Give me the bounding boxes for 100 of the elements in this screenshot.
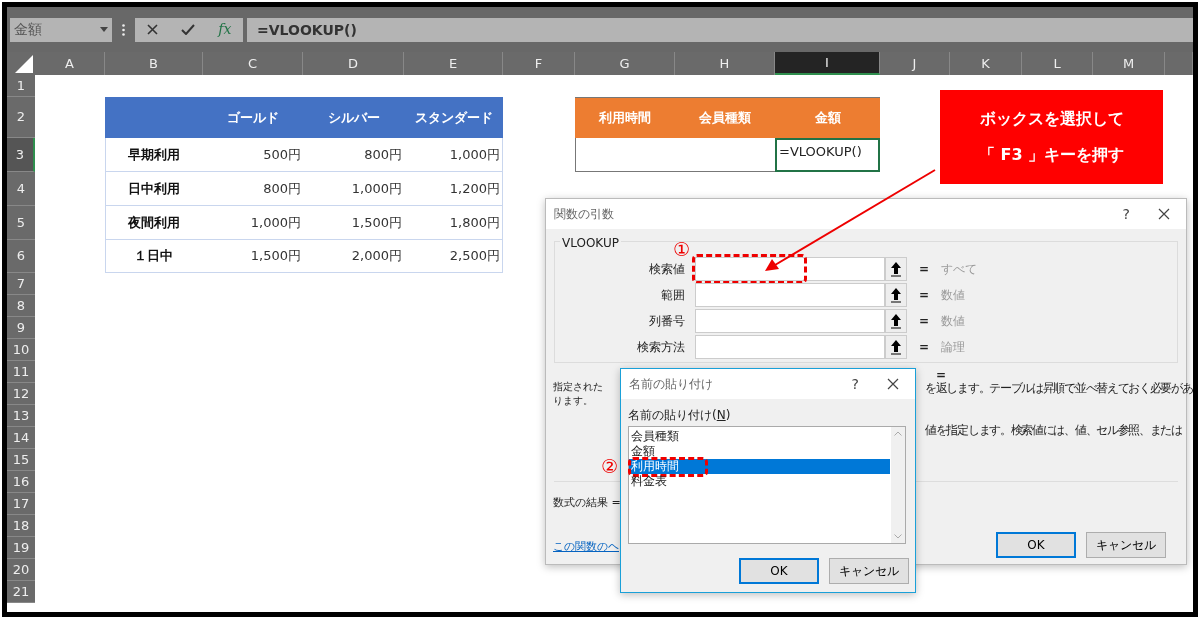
dialog-button[interactable]: キャンセル	[829, 558, 909, 584]
row-header[interactable]: 19	[7, 537, 35, 559]
row-header[interactable]: 18	[7, 515, 35, 537]
collapse-button[interactable]	[885, 283, 907, 307]
cancel-button[interactable]	[146, 24, 158, 35]
table-cell: 1,500円	[203, 240, 303, 273]
row-header[interactable]: 11	[7, 361, 35, 383]
column-heading: 金額	[775, 97, 880, 138]
table-cell: 1,800円	[404, 206, 503, 240]
row-label: 日中利用	[105, 172, 203, 206]
row-header[interactable]: 5	[7, 206, 35, 240]
grip-icon	[122, 23, 125, 36]
input-field[interactable]	[695, 335, 885, 359]
row-header[interactable]: 20	[7, 559, 35, 581]
equals-sign: =	[917, 287, 931, 304]
column-header[interactable]: D	[303, 52, 404, 75]
dialog-title: 名前の貼り付け	[629, 376, 713, 393]
column-header[interactable]: H	[675, 52, 775, 75]
description-text: 値を指定します。検索値には、値、セル参照、または	[925, 423, 1182, 437]
equals-sign: =	[917, 339, 931, 356]
row-label: 夜間利用	[105, 206, 203, 240]
equals-sign: =	[917, 261, 931, 278]
formula-field[interactable]: =VLOOKUP()	[247, 17, 1193, 42]
column-header[interactable]: J	[880, 52, 950, 75]
list-item[interactable]: 金額	[629, 444, 890, 459]
callout-text: ボックスを選択して	[979, 108, 1124, 130]
row-header[interactable]: 6	[7, 240, 35, 273]
column-header[interactable]: C	[203, 52, 303, 75]
enter-button[interactable]	[180, 24, 195, 35]
collapse-button[interactable]	[885, 257, 907, 281]
arrow-up-icon	[890, 313, 902, 329]
input-field[interactable]	[695, 309, 885, 333]
list-item[interactable]: 料金表	[629, 474, 890, 489]
row-header[interactable]: 3	[7, 138, 35, 172]
help-button[interactable]: ?	[1122, 203, 1130, 225]
argument-type: 論理	[941, 339, 966, 356]
column-heading: スタンダード	[404, 97, 503, 138]
column-heading: 会員種類	[675, 97, 775, 138]
row-header[interactable]: 7	[7, 273, 35, 295]
description-text: を返します。テーブルは昇順で並べ替えておく必要があ	[925, 381, 1193, 395]
help-link[interactable]: この関数のヘ	[553, 539, 619, 556]
triangle-icon	[15, 55, 33, 73]
dialog-button[interactable]: キャンセル	[1086, 532, 1166, 558]
close-icon[interactable]	[1158, 208, 1170, 220]
argument-type: 数値	[941, 287, 966, 304]
row-header[interactable]: 9	[7, 317, 35, 339]
collapse-button[interactable]	[885, 309, 907, 333]
column-header[interactable]: G	[575, 52, 675, 75]
row-header[interactable]: 13	[7, 405, 35, 427]
argument-label: 列番号	[648, 313, 686, 330]
table-cell: 500円	[203, 138, 303, 172]
insert-function-button[interactable]: fx	[218, 19, 232, 40]
column-header[interactable]: K	[950, 52, 1022, 75]
row-header[interactable]: 16	[7, 471, 35, 493]
table-cell[interactable]	[575, 138, 675, 172]
check-icon	[180, 24, 195, 35]
row-label: 早期利用	[105, 138, 203, 172]
column-header[interactable]: A	[35, 52, 105, 75]
row-header[interactable]: 15	[7, 449, 35, 471]
list-item[interactable]: 利用時間	[629, 459, 890, 474]
column-header[interactable]: M	[1093, 52, 1165, 75]
row-label: １日中	[105, 240, 203, 273]
row-header[interactable]: 17	[7, 493, 35, 515]
column-heading: シルバー	[303, 97, 404, 138]
list-item[interactable]: 会員種類	[629, 429, 890, 444]
row-header[interactable]: 21	[7, 581, 35, 603]
row-header[interactable]: 1	[7, 75, 35, 97]
row-header[interactable]: 10	[7, 339, 35, 361]
arrow-up-icon	[890, 261, 902, 277]
column-heading: 利用時間	[575, 97, 675, 138]
close-icon[interactable]	[887, 378, 899, 390]
row-header[interactable]: 14	[7, 427, 35, 449]
equals-sign: =	[917, 313, 931, 330]
row-header[interactable]: 8	[7, 295, 35, 317]
table-cell: 800円	[303, 138, 404, 172]
row-header[interactable]: 12	[7, 383, 35, 405]
dialog-button[interactable]: OK	[739, 558, 819, 584]
table-cell: 1,200円	[404, 172, 503, 206]
select-all-button[interactable]	[7, 52, 35, 75]
dialog-button[interactable]: OK	[996, 532, 1076, 558]
step-number: ①	[673, 240, 691, 259]
arrow-up-icon	[890, 287, 902, 303]
name-box[interactable]: 金額	[10, 17, 112, 42]
arrow-up-icon	[890, 339, 902, 355]
row-header[interactable]: 2	[7, 97, 35, 138]
dialog-title: 関数の引数	[554, 206, 614, 223]
column-header[interactable]: B	[105, 52, 203, 75]
step-number: ②	[601, 457, 619, 476]
column-header[interactable]: F	[503, 52, 575, 75]
active-cell[interactable]: =VLOOKUP()	[775, 138, 880, 172]
input-field[interactable]	[695, 283, 885, 307]
argument-type: すべて	[941, 261, 978, 278]
column-header[interactable]: E	[404, 52, 503, 75]
row-header[interactable]: 4	[7, 172, 35, 206]
formula-result: 数式の結果 =	[553, 495, 622, 511]
column-header[interactable]: L	[1022, 52, 1093, 75]
help-button[interactable]: ?	[851, 373, 859, 395]
input-field[interactable]	[695, 257, 885, 281]
collapse-button[interactable]	[885, 335, 907, 359]
column-header[interactable]: I	[775, 52, 880, 75]
